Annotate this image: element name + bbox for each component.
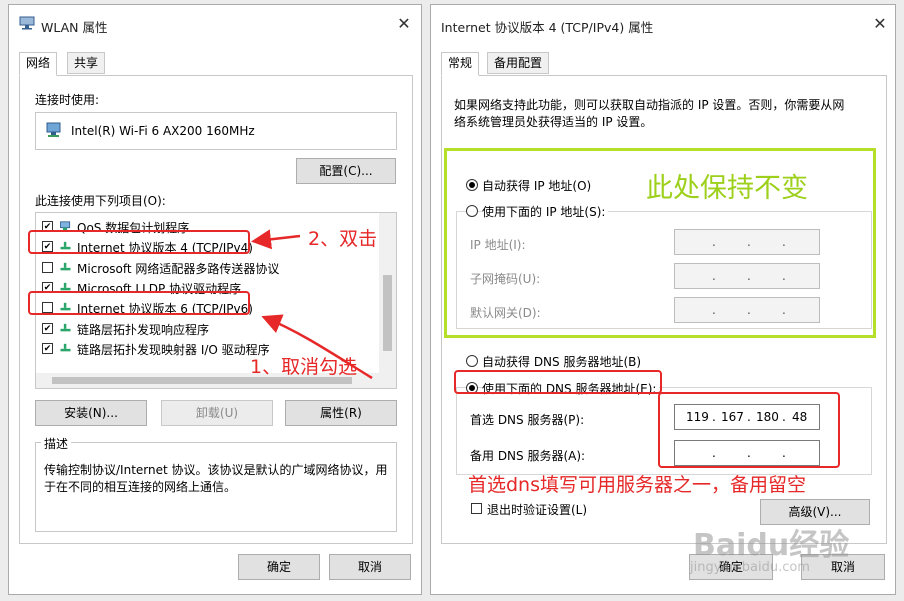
annotation-arrows [251, 229, 373, 380]
annotation-double-click: 2、双击 [308, 228, 378, 250]
tab-general[interactable]: 常规 [441, 52, 480, 76]
annotation-uncheck: 1、取消勾选 [250, 356, 358, 378]
annotation-keep-unchanged: 此处保持不变 [646, 173, 808, 204]
baidu-watermark-url: jingyan.baidu.com [690, 560, 810, 575]
arrow-to-ipv4 [251, 229, 301, 250]
annotation-dns-instruction: 首选dns填写可用服务器之一，备用留空 [468, 474, 807, 496]
baidu-watermark: Baidu经验 [693, 528, 850, 563]
tab-network[interactable]: 网络 [19, 52, 58, 76]
